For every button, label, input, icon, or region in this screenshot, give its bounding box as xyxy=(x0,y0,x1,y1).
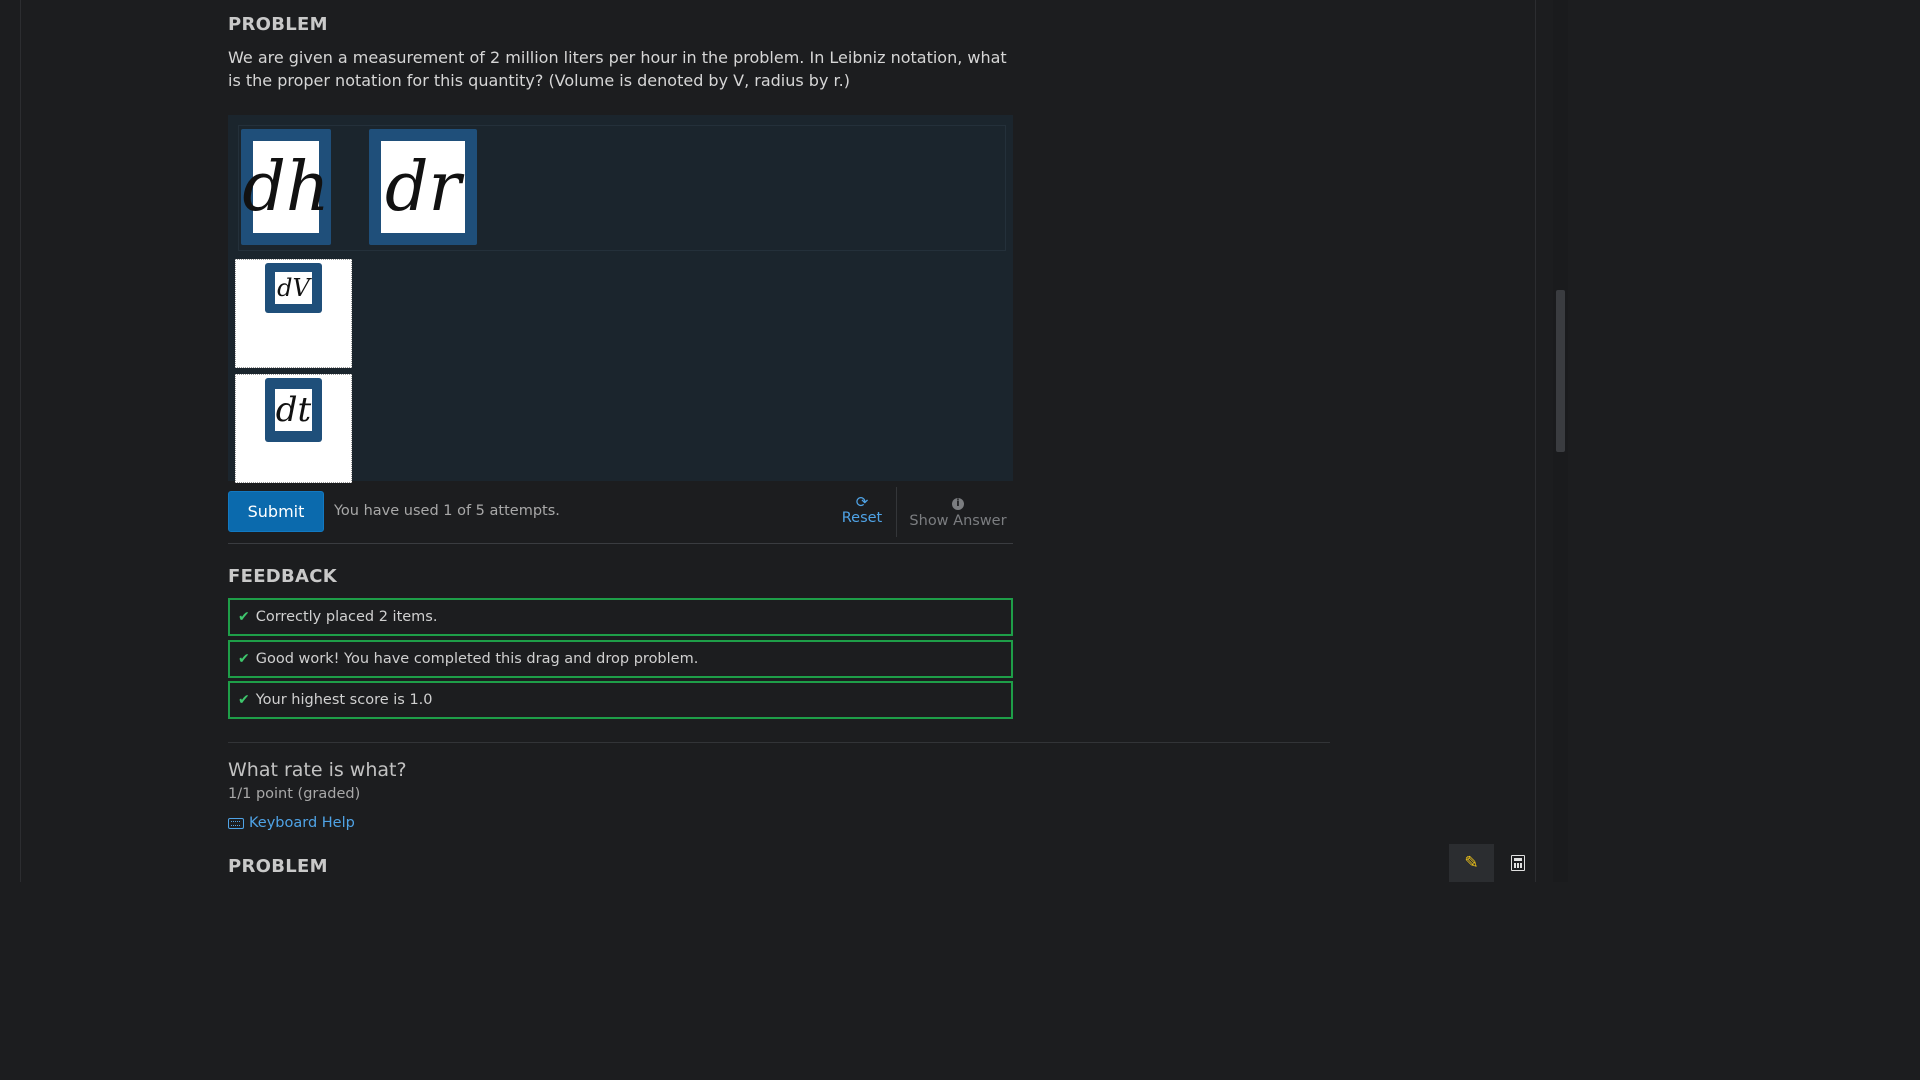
reset-icon: ⟳ xyxy=(855,493,869,511)
page-left-border xyxy=(20,0,21,882)
question-divider xyxy=(228,742,1330,743)
attempts-text: You have used 1 of 5 attempts. xyxy=(334,503,560,519)
drag-item-dr[interactable]: dr xyxy=(369,129,477,245)
page-scrollbar[interactable] xyxy=(1553,0,1568,882)
show-answer-label: Show Answer xyxy=(909,513,1007,529)
placed-item-label: dV xyxy=(275,272,312,304)
show-answer-button[interactable]: i Show Answer xyxy=(906,494,1010,529)
check-icon: ✔ xyxy=(238,609,250,625)
calculator-button[interactable] xyxy=(1497,844,1539,882)
question-title: What rate is what? xyxy=(228,759,407,781)
problem-heading: PROBLEM xyxy=(228,14,328,35)
keyboard-help-label: Keyboard Help xyxy=(249,815,355,831)
check-icon: ✔ xyxy=(238,692,250,708)
reset-label: Reset xyxy=(841,510,883,526)
info-icon: i xyxy=(952,498,964,510)
drag-drop-area: dh dr dV dt xyxy=(228,115,1013,483)
placed-item-dV[interactable]: dV xyxy=(265,263,322,313)
problem-text: We are given a measurement of 2 million … xyxy=(228,48,1007,90)
problem-heading-2: PROBLEM xyxy=(228,856,328,877)
placed-item-label: dt xyxy=(275,389,312,431)
notes-button[interactable]: ✎ xyxy=(1449,844,1494,882)
pencil-icon: ✎ xyxy=(1464,853,1479,873)
placed-item-dt[interactable]: dt xyxy=(265,378,322,442)
feedback-message: ✔ Your highest score is 1.0 xyxy=(228,681,1013,719)
section-divider xyxy=(228,543,1013,544)
feedback-heading: FEEDBACK xyxy=(228,566,338,587)
feedback-text: Correctly placed 2 items. xyxy=(255,609,438,625)
scrollbar-thumb[interactable] xyxy=(1556,290,1565,452)
feedback-message: ✔ Correctly placed 2 items. xyxy=(228,598,1013,636)
calculator-icon xyxy=(1511,855,1525,871)
keyboard-help-link[interactable]: Keyboard Help xyxy=(228,815,355,831)
item-bank: dh dr xyxy=(238,125,1006,251)
drag-item-label: dr xyxy=(381,141,465,233)
drop-zone-numerator[interactable]: dV xyxy=(235,259,352,368)
keyboard-icon xyxy=(228,817,244,829)
drag-item-label: dh xyxy=(242,141,330,233)
check-icon: ✔ xyxy=(238,651,250,667)
feedback-text: Good work! You have completed this drag … xyxy=(255,651,699,667)
submit-button[interactable]: Submit xyxy=(228,491,324,532)
question-points: 1/1 point (graded) xyxy=(228,786,361,802)
page-right-border xyxy=(1535,0,1536,882)
drop-zone-denominator[interactable]: dt xyxy=(235,374,352,483)
reset-button[interactable]: ⟳ Reset xyxy=(838,494,886,526)
drag-item-dh[interactable]: dh xyxy=(241,129,331,245)
feedback-message: ✔ Good work! You have completed this dra… xyxy=(228,640,1013,678)
action-divider xyxy=(896,487,897,537)
feedback-text: Your highest score is 1.0 xyxy=(255,692,433,708)
